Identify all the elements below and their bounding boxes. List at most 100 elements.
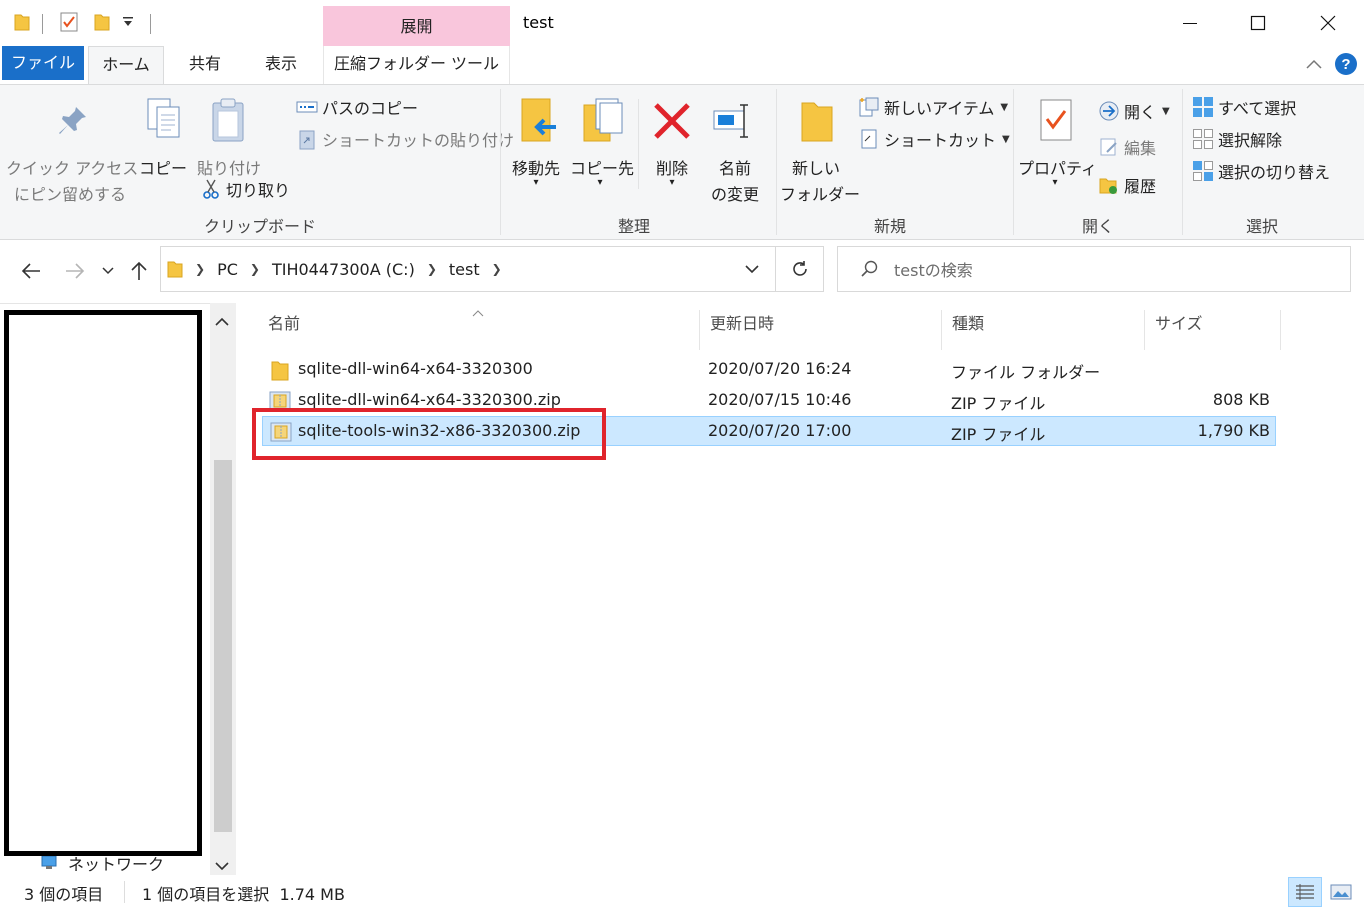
file-type: ZIP ファイル	[951, 425, 1046, 444]
copy-path-icon	[296, 96, 318, 118]
crumb-separator-icon: ❯	[491, 262, 502, 276]
search-icon	[860, 260, 878, 278]
new-item-dropdown-icon: ▼	[1000, 101, 1009, 113]
chevron-down-icon	[102, 267, 114, 275]
maximize-button[interactable]	[1224, 0, 1292, 46]
new-folder-icon	[801, 102, 833, 142]
cut-button[interactable]: 切り取り	[200, 175, 290, 203]
properties-icon	[1040, 99, 1072, 141]
nav-scrollbar-thumb[interactable]	[214, 460, 232, 832]
minimize-button[interactable]	[1156, 0, 1224, 46]
group-label-open: 開く	[1082, 217, 1115, 236]
rename-icon	[713, 104, 748, 138]
invert-selection-icon	[1192, 160, 1214, 182]
details-view-button[interactable]	[1288, 877, 1322, 907]
history-button[interactable]: 履歴	[1098, 171, 1156, 199]
paste-shortcut-icon	[296, 128, 318, 150]
column-header-type[interactable]: 種類	[942, 310, 1145, 350]
column-header-modified[interactable]: 更新日時	[700, 310, 942, 350]
file-type: ファイル フォルダー	[951, 363, 1101, 382]
scroll-up-icon[interactable]	[215, 312, 229, 331]
open-dropdown-icon: ▼	[1162, 105, 1170, 117]
forward-arrow-icon	[66, 263, 85, 279]
file-type: ZIP ファイル	[951, 394, 1046, 413]
copy-to-button[interactable]: コピー先 ▾	[570, 95, 634, 191]
new-item-button[interactable]: 新しいアイテム ▼	[858, 93, 1008, 121]
open-button[interactable]: 開く ▼	[1098, 97, 1170, 125]
delete-icon	[654, 103, 690, 139]
move-to-button[interactable]: 移動先 ▾	[506, 95, 566, 191]
open-icon	[1098, 100, 1120, 122]
edit-button[interactable]: 編集	[1098, 133, 1156, 161]
select-all-button[interactable]: すべて選択	[1192, 93, 1296, 121]
file-modified: 2020/07/20 17:00	[708, 421, 852, 440]
search-box[interactable]: testの検索	[837, 246, 1351, 292]
tab-view[interactable]: 表示	[252, 46, 310, 84]
collapse-ribbon-icon[interactable]	[1304, 56, 1324, 75]
ribbon-tab-row: ファイル ホーム 共有 表示 圧縮フォルダー ツール ?	[0, 46, 1364, 84]
qa-properties-icon[interactable]	[60, 12, 78, 32]
paste-icon	[212, 98, 244, 142]
copy-path-button[interactable]: パスのコピー	[296, 93, 418, 121]
minimize-icon	[1183, 23, 1197, 24]
search-placeholder: testの検索	[894, 261, 973, 280]
qa-customize-icon[interactable]	[122, 16, 134, 28]
up-button[interactable]	[124, 256, 154, 286]
group-label-organize: 整理	[618, 217, 651, 236]
refresh-icon	[792, 261, 807, 276]
refresh-button[interactable]	[776, 246, 824, 292]
tab-compressed-folder-tools[interactable]: 圧縮フォルダー ツール	[323, 46, 510, 84]
network-icon	[41, 855, 57, 869]
file-name: sqlite-dll-win64-x64-3320300.zip	[298, 390, 561, 409]
address-bar[interactable]: ❯ PC ❯ TIH0447300A (C:) ❯ test ❯	[160, 246, 776, 292]
column-header-name[interactable]: 名前	[258, 310, 700, 350]
close-icon	[1320, 15, 1336, 31]
shortcut-icon	[858, 128, 880, 150]
recent-locations-button[interactable]	[96, 256, 120, 286]
new-folder-button[interactable]: 新しい フォルダー	[780, 95, 860, 205]
copy-button[interactable]: コピー	[138, 95, 188, 185]
highlight-box	[252, 408, 606, 460]
large-icons-view-icon	[1330, 884, 1352, 900]
move-to-dropdown-icon: ▾	[533, 177, 539, 188]
forward-button[interactable]	[60, 256, 90, 286]
properties-button[interactable]: プロパティ ▾	[1018, 95, 1097, 191]
breadcrumb-test[interactable]: test	[449, 260, 480, 279]
back-button[interactable]	[16, 256, 46, 286]
select-none-button[interactable]: 選択解除	[1192, 125, 1282, 153]
folder-icon	[271, 361, 289, 381]
close-button[interactable]	[1294, 0, 1362, 46]
file-size: 1,790 KB	[1197, 421, 1270, 440]
tab-home[interactable]: ホーム	[88, 46, 164, 84]
invert-selection-button[interactable]: 選択の切り替え	[1192, 157, 1330, 185]
file-row-0[interactable]: sqlite-dll-win64-x64-3320300 2020/07/20 …	[262, 355, 1276, 385]
rename-button[interactable]: 名前 の変更	[704, 95, 766, 205]
pin-icon	[59, 107, 86, 134]
status-separator	[124, 881, 125, 903]
qa-new-folder-icon[interactable]	[94, 12, 110, 32]
paste-shortcut-button[interactable]: ショートカットの貼り付け	[296, 125, 514, 153]
file-modified: 2020/07/15 10:46	[708, 390, 852, 409]
breadcrumb-pc[interactable]: PC	[217, 260, 238, 279]
select-none-icon	[1192, 128, 1214, 150]
window-title: test	[523, 13, 554, 32]
column-header-size[interactable]: サイズ	[1145, 310, 1281, 350]
paste-button[interactable]: 貼り付け	[194, 95, 264, 185]
crumb-separator-icon: ❯	[195, 262, 206, 276]
easy-access-button[interactable]: ショートカット ▼	[858, 125, 1010, 153]
status-bar: 3 個の項目 1 個の項目を選択 1.74 MB	[0, 875, 1364, 910]
delete-button[interactable]: 削除 ▾	[644, 95, 700, 191]
group-separator	[500, 89, 501, 235]
address-dropdown-icon[interactable]	[745, 265, 759, 274]
qa-folder-icon	[14, 12, 30, 32]
large-icons-view-button[interactable]	[1324, 877, 1358, 907]
history-icon	[1098, 174, 1120, 196]
move-to-icon	[521, 98, 556, 142]
tab-share[interactable]: 共有	[176, 46, 234, 84]
pin-to-quick-access-button[interactable]: クイック アクセス にピン留めする	[6, 95, 138, 205]
status-item-count: 3 個の項目	[24, 885, 104, 904]
breadcrumb-drive[interactable]: TIH0447300A (C:)	[272, 260, 415, 279]
scroll-down-icon[interactable]	[215, 856, 229, 875]
tab-file[interactable]: ファイル	[2, 46, 84, 80]
help-icon[interactable]: ?	[1334, 52, 1358, 80]
